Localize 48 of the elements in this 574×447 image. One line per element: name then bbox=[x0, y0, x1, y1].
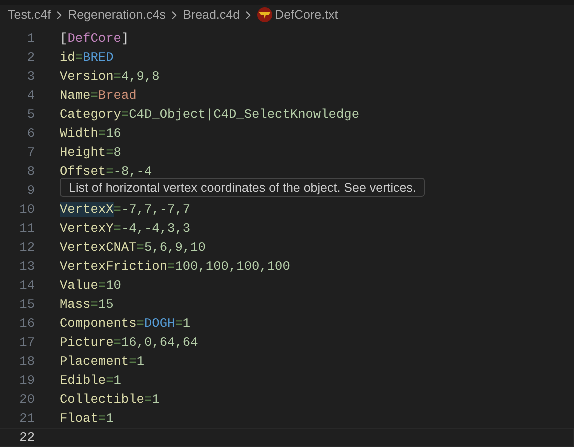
code-line: Height=8 bbox=[60, 145, 122, 160]
code-line: id=BRED bbox=[60, 50, 114, 65]
line-number: 2 bbox=[26, 50, 35, 65]
code-line: VertexFriction=100,100,100,100 bbox=[60, 259, 290, 274]
code-line: Name=Bread bbox=[60, 88, 137, 103]
line-number: 21 bbox=[18, 411, 35, 426]
line-number: 13 bbox=[18, 259, 35, 274]
line-number: 14 bbox=[18, 278, 35, 293]
line-number: 1 bbox=[26, 31, 35, 46]
code-line: Mass=15 bbox=[60, 297, 114, 312]
bread-file-icon bbox=[257, 7, 274, 24]
line-number: 12 bbox=[18, 240, 35, 255]
code-line: Placement=1 bbox=[60, 354, 144, 369]
line-number: 20 bbox=[18, 392, 35, 407]
code-line: VertexX=-7,7,-7,7 bbox=[60, 202, 191, 217]
hover-tooltip: List of horizontal vertex coordinates of the object. See vertices. bbox=[60, 178, 426, 197]
line-number: 11 bbox=[18, 221, 35, 236]
code-line: Offset=-8,-4 bbox=[60, 164, 152, 179]
line-number: 19 bbox=[18, 373, 35, 388]
code-line: VertexCNAT=5,6,9,10 bbox=[60, 240, 206, 255]
line-number: 17 bbox=[18, 335, 35, 350]
code-line: Picture=16,0,64,64 bbox=[60, 335, 198, 350]
code-line: Float=1 bbox=[60, 411, 114, 426]
code-line: Edible=1 bbox=[60, 373, 122, 388]
line-number: 15 bbox=[18, 297, 35, 312]
code-line: [DefCore] bbox=[60, 31, 130, 46]
code-line: VertexY=-4,-4,3,3 bbox=[60, 221, 191, 236]
line-number: 16 bbox=[18, 316, 35, 331]
code-line: Components=DOGH=1 bbox=[60, 316, 191, 331]
code-line: Category=C4D_Object|C4D_SelectKnowledge bbox=[60, 107, 360, 122]
line-number: 18 bbox=[18, 354, 35, 369]
line-number: 4 bbox=[26, 88, 35, 103]
line-number: 6 bbox=[26, 126, 35, 141]
line-number: 3 bbox=[26, 69, 35, 84]
line-number: 7 bbox=[26, 145, 35, 160]
code-line: Collectible=1 bbox=[60, 392, 160, 407]
code-line: Width=16 bbox=[60, 126, 122, 141]
code-line: Version=4,9,8 bbox=[60, 69, 160, 84]
breadcrumb-item[interactable]: Test.c4f bbox=[8, 8, 52, 22]
line-number: 8 bbox=[26, 164, 35, 179]
breadcrumb-item[interactable]: Bread.c4d bbox=[183, 8, 240, 22]
line-number: 9 bbox=[26, 183, 35, 198]
breadcrumb-file[interactable]: DefCore.txt bbox=[275, 8, 338, 22]
line-number: 22 bbox=[18, 430, 35, 445]
code-line: Value=10 bbox=[60, 278, 122, 293]
line-number: 5 bbox=[26, 107, 35, 122]
breadcrumb-item[interactable]: Regeneration.c4s bbox=[68, 8, 166, 22]
line-number: 10 bbox=[18, 202, 35, 217]
